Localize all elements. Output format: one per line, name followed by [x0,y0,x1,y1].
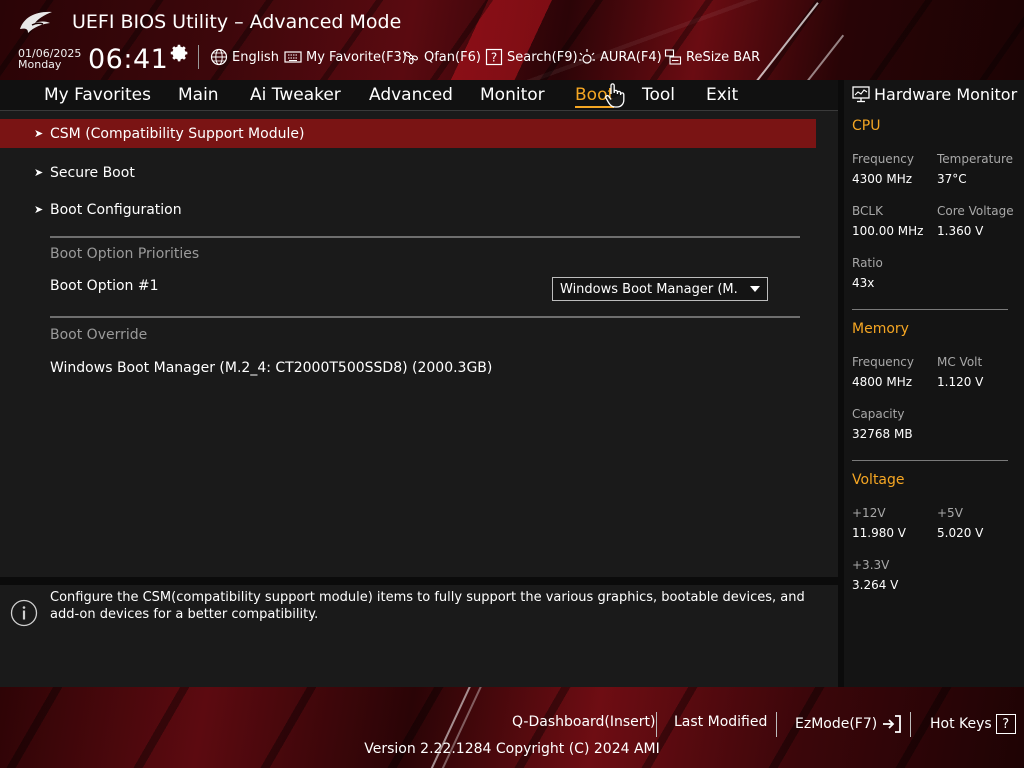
ezmode-button[interactable]: EzMode(F7) [795,714,903,734]
capacity-label: Capacity [852,407,905,421]
memory-frequency-label: Frequency [852,355,914,369]
divider [852,460,1008,461]
qfan-button[interactable]: Qfan(F6) [402,48,481,66]
boot-option-priorities-heading: Boot Option Priorities [50,246,200,262]
divider [50,236,800,238]
v5-label: +5V [937,506,963,520]
divider [852,309,1008,310]
question-box-icon: ? [995,714,1016,734]
hot-keys-button[interactable]: Hot Keys ? [930,714,1016,734]
qfan-label: Qfan(F6) [424,49,481,65]
cpu-temperature-value: 37°C [937,172,967,186]
memory-frequency-value: 4800 MHz [852,375,913,389]
clock[interactable]: 06:41 [88,44,168,75]
memory-heading: Memory [852,321,909,337]
app-title: UEFI BIOS Utility – Advanced Mode [72,11,402,33]
search-label: Search(F9) [507,49,578,65]
boot-option-1-label: Boot Option #1 [50,278,159,294]
my-favorite-button[interactable]: My Favorite(F3) [284,48,407,66]
divider [50,316,800,318]
last-modified-button[interactable]: Last Modified [674,714,767,730]
fan-icon [404,51,418,65]
core-voltage-label: Core Voltage [937,204,1014,218]
tab-ai-tweaker[interactable]: Ai Tweaker [250,85,341,105]
boot-override-item[interactable]: Windows Boot Manager (M.2_4: CT2000T500S… [50,360,492,376]
resize-bar-button[interactable]: ReSize BAR [664,48,760,66]
globe-icon [210,48,228,66]
boot-override-heading: Boot Override [50,327,148,343]
aura-label: AURA(F4) [600,49,662,65]
hardware-monitor-label: Hardware Monitor [874,85,1018,104]
boot-option-1-select[interactable]: Windows Boot Manager (M. [552,277,768,301]
ratio-label: Ratio [852,256,883,270]
menu-item-label: CSM (Compatibility Support Module) [50,125,305,142]
menu-item-csm[interactable]: ➤ CSM (Compatibility Support Module) [0,119,816,148]
ratio-value: 43x [852,276,875,290]
cpu-temperature-label: Temperature [937,152,1014,166]
hardware-monitor-title: Hardware Monitor [852,85,1017,104]
cpu-frequency-label: Frequency [852,152,914,166]
cpu-heading: CPU [852,118,881,134]
v5-value: 5.020 V [937,526,984,540]
cpu-frequency-value: 4300 MHz [852,172,913,186]
tab-tool[interactable]: Tool [642,85,675,105]
q-dashboard-label: Q-Dashboard(Insert) [512,714,656,730]
hot-keys-label: Hot Keys [930,716,992,732]
monitor-icon [852,86,870,103]
tab-monitor[interactable]: Monitor [480,85,545,105]
version-text: Version 2.22.1284 Copyright (C) 2024 AMI [364,741,660,757]
aura-light-icon [579,49,595,64]
gear-icon[interactable] [168,42,190,64]
menu-item-label: Secure Boot [50,164,135,181]
v33-value: 3.264 V [852,578,899,592]
boot-option-1-value: Windows Boot Manager (M. [560,281,738,297]
resize-bar-label: ReSize BAR [686,49,761,65]
q-dashboard-button[interactable]: Q-Dashboard(Insert) [512,714,656,730]
resize-bar-icon [664,49,682,65]
mc-volt-value: 1.120 V [937,375,984,389]
bclk-value: 100.00 MHz [852,224,924,238]
footer-divider [656,712,657,737]
footer-divider [776,712,777,737]
ezmode-label: EzMode(F7) [795,716,878,732]
svg-text:?: ? [491,51,497,65]
my-favorite-label: My Favorite(F3) [306,49,407,65]
v33-label: +3.3V [852,558,890,572]
exit-arrow-icon [883,715,902,733]
tab-main[interactable]: Main [178,85,219,105]
last-modified-label: Last Modified [674,714,768,730]
tab-advanced[interactable]: Advanced [369,85,453,105]
arrow-right-icon: ➤ [34,166,44,179]
info-icon [10,599,38,627]
v12-value: 11.980 V [852,526,907,540]
arrow-right-icon: ➤ [34,203,44,216]
v12-label: +12V [852,506,886,520]
weekday-text: Monday [18,58,62,71]
chevron-down-icon [743,286,767,292]
header-divider [198,45,199,69]
language-label: English [232,49,279,65]
core-voltage-value: 1.360 V [937,224,984,238]
footer-divider [910,712,911,737]
aura-button[interactable]: AURA(F4) [578,48,662,66]
keyboard-icon [284,51,302,63]
menu-item-label: Boot Configuration [50,201,182,218]
arrow-right-icon: ➤ [34,127,44,140]
menu-item-secure-boot[interactable]: ➤ Secure Boot [0,158,816,187]
hand-cursor-icon [605,83,625,108]
bclk-label: BCLK [852,204,883,218]
mc-volt-label: MC Volt [937,355,983,369]
tab-my-favorites[interactable]: My Favorites [44,85,151,105]
tab-exit[interactable]: Exit [706,85,738,105]
capacity-value: 32768 MB [852,427,913,441]
search-button[interactable]: ? Search(F9) [485,48,578,66]
rog-logo-icon [20,11,52,33]
voltage-heading: Voltage [852,472,905,488]
help-text: Configure the CSM(compatibility support … [50,590,805,622]
language-button[interactable]: English [210,48,279,66]
menu-item-boot-configuration[interactable]: ➤ Boot Configuration [0,195,816,224]
question-box-icon: ? [485,48,503,66]
